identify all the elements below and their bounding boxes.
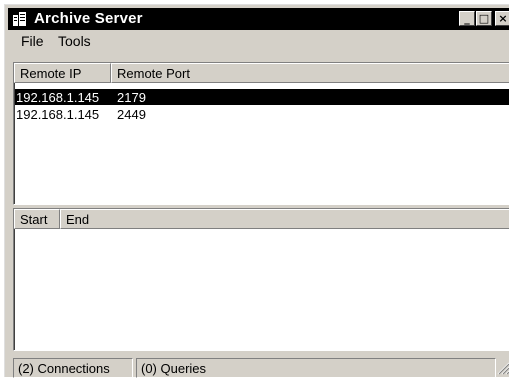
server-app-icon — [13, 12, 26, 26]
maximize-button[interactable]: □ — [476, 11, 492, 26]
title-bar[interactable]: Archive Server _ □ × — [8, 8, 509, 30]
column-header-remote-port[interactable]: Remote Port — [111, 63, 509, 83]
connection-row[interactable]: 192.168.1.145 2179 — [15, 89, 509, 105]
resize-grip-icon[interactable] — [497, 362, 509, 375]
menu-file[interactable]: File — [21, 33, 44, 49]
column-header-end[interactable]: End — [60, 209, 509, 229]
column-header-start[interactable]: Start — [14, 209, 60, 229]
menu-tools[interactable]: Tools — [58, 33, 91, 49]
archive-server-window: Archive Server _ □ × File Tools Remote I… — [4, 4, 509, 378]
connection-row[interactable]: 192.168.1.145 2449 — [15, 106, 509, 122]
menu-bar: File Tools — [8, 31, 509, 51]
status-bar: (2) Connections (0) Queries — [8, 357, 509, 378]
connections-list[interactable]: Remote IP Remote Port 192.168.1.145 2179… — [13, 62, 509, 205]
queries-list[interactable]: Start End — [13, 208, 509, 351]
status-connections: (2) Connections — [13, 358, 133, 378]
remote-port-cell: 2449 — [117, 107, 146, 122]
minimize-button[interactable]: _ — [459, 11, 475, 26]
remote-ip-cell: 192.168.1.145 — [16, 107, 100, 122]
remote-port-cell: 2179 — [117, 90, 146, 105]
status-queries: (0) Queries — [136, 358, 496, 378]
column-header-remote-ip[interactable]: Remote IP — [14, 63, 111, 83]
remote-ip-cell: 192.168.1.145 — [16, 90, 100, 105]
window-title: Archive Server — [34, 10, 143, 27]
close-button[interactable]: × — [495, 11, 509, 26]
